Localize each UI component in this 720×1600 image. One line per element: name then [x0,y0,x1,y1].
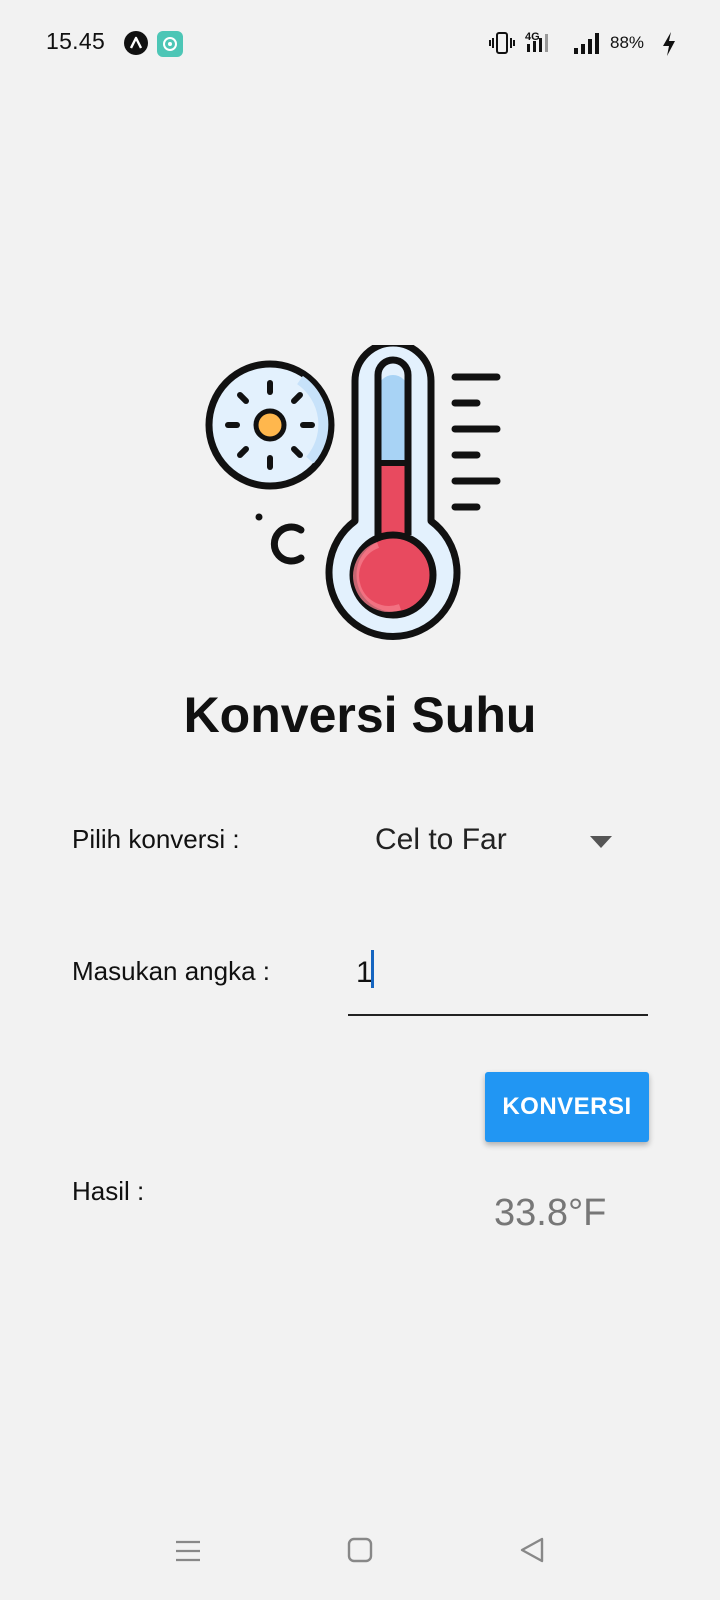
thermometer-icon [325,345,461,640]
svg-text:4G: 4G [525,31,540,43]
system-nav-bar [0,1525,720,1585]
status-bar: 15.45 4G 88% [0,0,720,88]
battery-percentage: 88% [610,33,645,52]
text-cursor [371,950,374,988]
home-icon[interactable] [347,1537,373,1563]
vibrate-icon [489,32,515,54]
menu-icon[interactable] [175,1538,201,1564]
convert-button[interactable]: KONVERSI [485,1072,649,1142]
notification-chat-icon [157,31,183,57]
chevron-down-icon [590,836,612,848]
screen: 15.45 4G 88% Konversi Suhu Pilih konvers… [0,0,720,1600]
number-input-field[interactable] [348,948,648,1016]
conversion-type-dropdown[interactable]: Cel to Far [375,815,615,875]
result-value: 33.8°F [494,1192,607,1234]
number-input-label: Masukan angka : [72,956,271,986]
notification-app-icon [124,31,148,55]
sun-icon [205,360,335,490]
status-time: 15.45 [46,28,106,54]
page-title: Konversi Suhu [183,687,537,743]
dropdown-selected-value: Cel to Far [375,823,507,856]
conversion-select-label: Pilih konversi : [72,824,240,854]
charging-bolt-icon [663,32,675,56]
back-icon[interactable] [518,1536,546,1564]
number-input[interactable] [356,948,636,998]
result-label: Hasil : [72,1176,145,1206]
mobile-data-4g-icon: 4G [525,31,548,52]
celsius-icon [255,513,305,565]
signal-strength-icon [574,33,599,54]
thermometer-sun-celsius-icon [205,345,501,640]
scale-lines [451,373,501,511]
